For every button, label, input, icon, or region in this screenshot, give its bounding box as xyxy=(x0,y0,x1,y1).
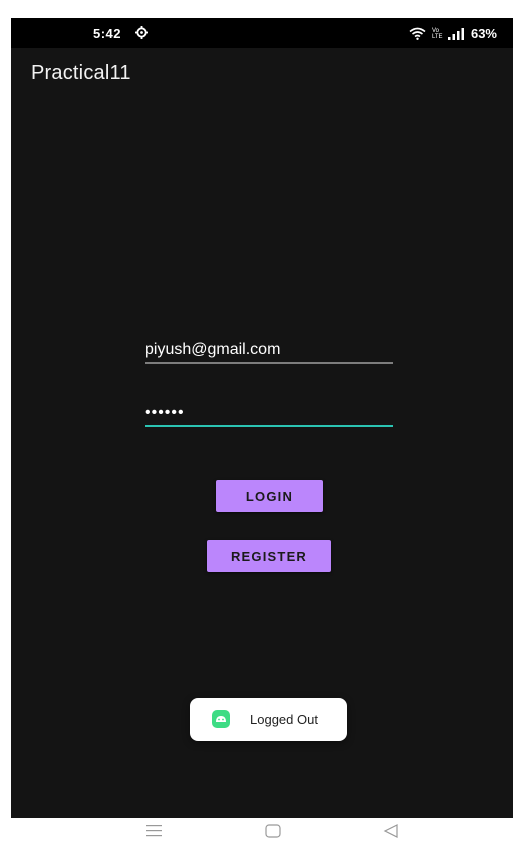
register-button[interactable]: REGISTER xyxy=(207,540,331,572)
wifi-icon xyxy=(409,27,426,40)
status-time: 5:42 xyxy=(93,26,122,41)
network-type-label: Vo LTE xyxy=(431,27,443,40)
home-icon[interactable] xyxy=(265,824,281,838)
signal-icon xyxy=(447,27,464,40)
back-icon[interactable] xyxy=(383,824,399,838)
login-button[interactable]: LOGIN xyxy=(216,480,323,512)
toast-text: Logged Out xyxy=(250,712,318,727)
status-bar: 5:42 Vo LTE 63% xyxy=(11,18,513,48)
password-field[interactable] xyxy=(145,403,393,427)
settings-icon xyxy=(135,26,148,39)
menu-icon[interactable] xyxy=(146,824,162,838)
app-screen: 5:42 Vo LTE 63% Practical11 piyush@gmail… xyxy=(11,18,513,818)
battery-level: 63% xyxy=(470,26,497,41)
android-icon xyxy=(212,710,230,728)
status-indicators: Vo LTE 63% xyxy=(409,26,497,41)
navigation-bar xyxy=(0,818,516,844)
toast-message: Logged Out xyxy=(190,698,347,741)
email-field[interactable] xyxy=(145,340,393,364)
app-title: Practical11 xyxy=(31,62,131,84)
